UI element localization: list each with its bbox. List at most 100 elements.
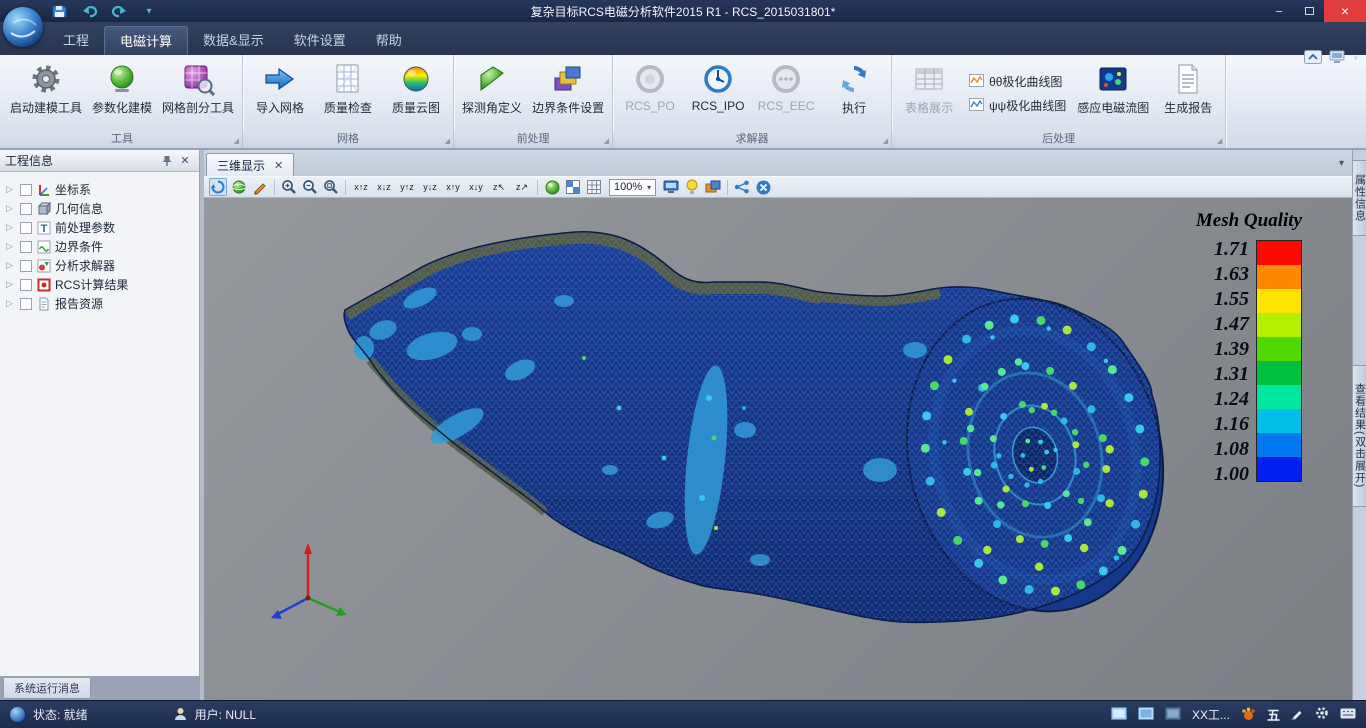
pin-icon[interactable] (158, 153, 176, 169)
theta-polarization-curve-button[interactable]: θθ极化曲线图 (969, 73, 1066, 90)
quality-check-button[interactable]: 质量检查 (314, 56, 382, 131)
rcs-po-button[interactable]: RCS_PO (616, 56, 684, 131)
ime-mode-label[interactable]: 五 (1267, 705, 1280, 724)
checkbox[interactable] (20, 241, 32, 253)
expander-icon[interactable]: ▷ (6, 203, 16, 214)
checkbox[interactable] (20, 298, 32, 310)
display-settings-dropdown-icon[interactable]: ▾ (1353, 53, 1358, 64)
psi-polarization-curve-button[interactable]: ψψ极化曲线图 (969, 97, 1066, 114)
zoom-in-icon[interactable] (280, 178, 298, 196)
save-icon[interactable] (50, 3, 68, 19)
tab-list-dropdown-icon[interactable]: ▾ (1339, 158, 1344, 169)
tree-item-coordinate-system[interactable]: ▷ 坐标系 (0, 180, 199, 199)
tab-electromagnetic-calculation[interactable]: 电磁计算 (104, 26, 188, 55)
view-left-icon[interactable]: y↑z (397, 178, 417, 196)
dialog-launcher-icon[interactable]: ◢ (445, 138, 450, 145)
generate-report-button[interactable]: 生成报告 (1154, 56, 1222, 131)
table-display-button[interactable]: 表格展示 (895, 56, 963, 131)
window-panel-icon[interactable] (1165, 707, 1181, 723)
titlebar: ▾ 复杂目标RCS电磁分析软件2015 R1 - RCS_2015031801*… (0, 0, 1366, 22)
tree-item-rcs-results[interactable]: ▷ RCS计算结果 (0, 275, 199, 294)
zoom-level-select[interactable]: 100%▾ (609, 179, 656, 196)
tree-item-report-resources[interactable]: ▷ 报告资源 (0, 294, 199, 313)
ime-paw-icon[interactable] (1241, 706, 1256, 724)
keyboard-icon[interactable] (1340, 708, 1356, 722)
minimize-button[interactable]: − (1264, 0, 1294, 22)
close-button[interactable]: × (1324, 0, 1366, 22)
view-back-icon[interactable]: x↓z (374, 178, 394, 196)
view-front-icon[interactable]: x↑z (351, 178, 371, 196)
view-iso1-icon[interactable]: z↖ (489, 178, 509, 196)
tab-data-display[interactable]: 数据&显示 (188, 26, 279, 55)
ribbon-collapse-icon[interactable] (1304, 50, 1322, 67)
launch-modeling-tool-button[interactable]: 启动建模工具 (5, 56, 87, 131)
checkbox[interactable] (20, 260, 32, 272)
settings-gear-icon[interactable] (1315, 706, 1329, 723)
app-logo[interactable] (3, 7, 43, 47)
expander-icon[interactable]: ▷ (6, 279, 16, 290)
checkbox[interactable] (20, 184, 32, 196)
maximize-button[interactable] (1294, 0, 1324, 22)
zoom-window-icon[interactable] (322, 178, 340, 196)
rcs-eec-button[interactable]: RCS_EEC (752, 56, 820, 131)
dialog-launcher-icon[interactable]: ◢ (604, 138, 609, 145)
side-tab-properties[interactable]: 属性信息 (1353, 160, 1366, 236)
view-bottom-icon[interactable]: x↓y (466, 178, 486, 196)
dialog-launcher-icon[interactable]: ◢ (883, 138, 888, 145)
view-iso2-icon[interactable]: z↗ (512, 178, 532, 196)
expander-icon[interactable]: ▷ (6, 184, 16, 195)
panel-close-icon[interactable]: ✕ (176, 153, 194, 169)
rotate-view-icon[interactable] (209, 178, 227, 196)
quick-access-dropdown-icon[interactable]: ▾ (140, 3, 158, 19)
mesh-partition-tool-button[interactable]: 网格剖分工具 (157, 56, 239, 131)
checkbox[interactable] (20, 203, 32, 215)
orbit-icon[interactable] (230, 178, 248, 196)
induced-em-current-map-button[interactable]: 感应电磁流图 (1072, 56, 1154, 131)
light-icon[interactable] (683, 178, 701, 196)
view-top-icon[interactable]: x↑y (443, 178, 463, 196)
palette-icon[interactable] (704, 178, 722, 196)
window-panel-icon[interactable] (1138, 707, 1154, 723)
undo-icon[interactable] (80, 3, 98, 19)
tree-item-boundary-conditions[interactable]: ▷ 边界条件 (0, 237, 199, 256)
tab-project[interactable]: 工程 (48, 26, 104, 55)
side-tab-view-results[interactable]: 查看结果(双击展开) (1353, 365, 1366, 507)
shaded-mode-icon[interactable] (543, 178, 561, 196)
close-view-icon[interactable] (754, 178, 772, 196)
tab-help[interactable]: 帮助 (361, 26, 417, 55)
dialog-launcher-icon[interactable]: ◢ (1217, 138, 1222, 145)
pen-icon[interactable] (1291, 707, 1304, 723)
edit-icon[interactable] (251, 178, 269, 196)
expander-icon[interactable]: ▷ (6, 241, 16, 252)
quality-cloud-map-button[interactable]: 质量云图 (382, 56, 450, 131)
dialog-launcher-icon[interactable]: ◢ (234, 138, 239, 145)
system-messages-tab[interactable]: 系统运行消息 (3, 678, 91, 699)
tab-software-settings[interactable]: 软件设置 (279, 26, 361, 55)
boundary-condition-settings-button[interactable]: 边界条件设置 (527, 56, 609, 131)
checkbox[interactable] (20, 222, 32, 234)
tab-close-icon[interactable]: ✕ (274, 159, 283, 172)
checkbox[interactable] (20, 279, 32, 291)
tree-item-preprocess-params[interactable]: ▷ T 前处理参数 (0, 218, 199, 237)
execute-button[interactable]: 执行 (820, 56, 888, 131)
rcs-ipo-button[interactable]: RCS_IPO (684, 56, 752, 131)
expander-icon[interactable]: ▷ (6, 222, 16, 233)
display-settings-icon[interactable] (1329, 50, 1346, 67)
parametric-modeling-button[interactable]: 参数化建模 (87, 56, 157, 131)
mesh-grid-icon[interactable] (585, 178, 603, 196)
tree-item-analysis-solver[interactable]: ▷ 分析求解器 (0, 256, 199, 275)
expander-icon[interactable]: ▷ (6, 298, 16, 309)
tab-3d-display[interactable]: 三维显示 ✕ (206, 153, 294, 176)
import-mesh-button[interactable]: 导入网格 (246, 56, 314, 131)
viewport-3d[interactable]: Mesh Quality 1.711.63 1.551.47 1.391.31 … (204, 198, 1352, 700)
wireframe-mode-icon[interactable] (564, 178, 582, 196)
screen-capture-icon[interactable] (662, 178, 680, 196)
expander-icon[interactable]: ▷ (6, 260, 16, 271)
window-panel-icon[interactable] (1111, 707, 1127, 723)
view-right-icon[interactable]: y↓z (420, 178, 440, 196)
zoom-out-icon[interactable] (301, 178, 319, 196)
tree-item-geometry-info[interactable]: ▷ 几何信息 (0, 199, 199, 218)
probe-angle-definition-button[interactable]: 探测角定义 (457, 56, 527, 131)
share-view-icon[interactable] (733, 178, 751, 196)
redo-icon[interactable] (110, 3, 128, 19)
